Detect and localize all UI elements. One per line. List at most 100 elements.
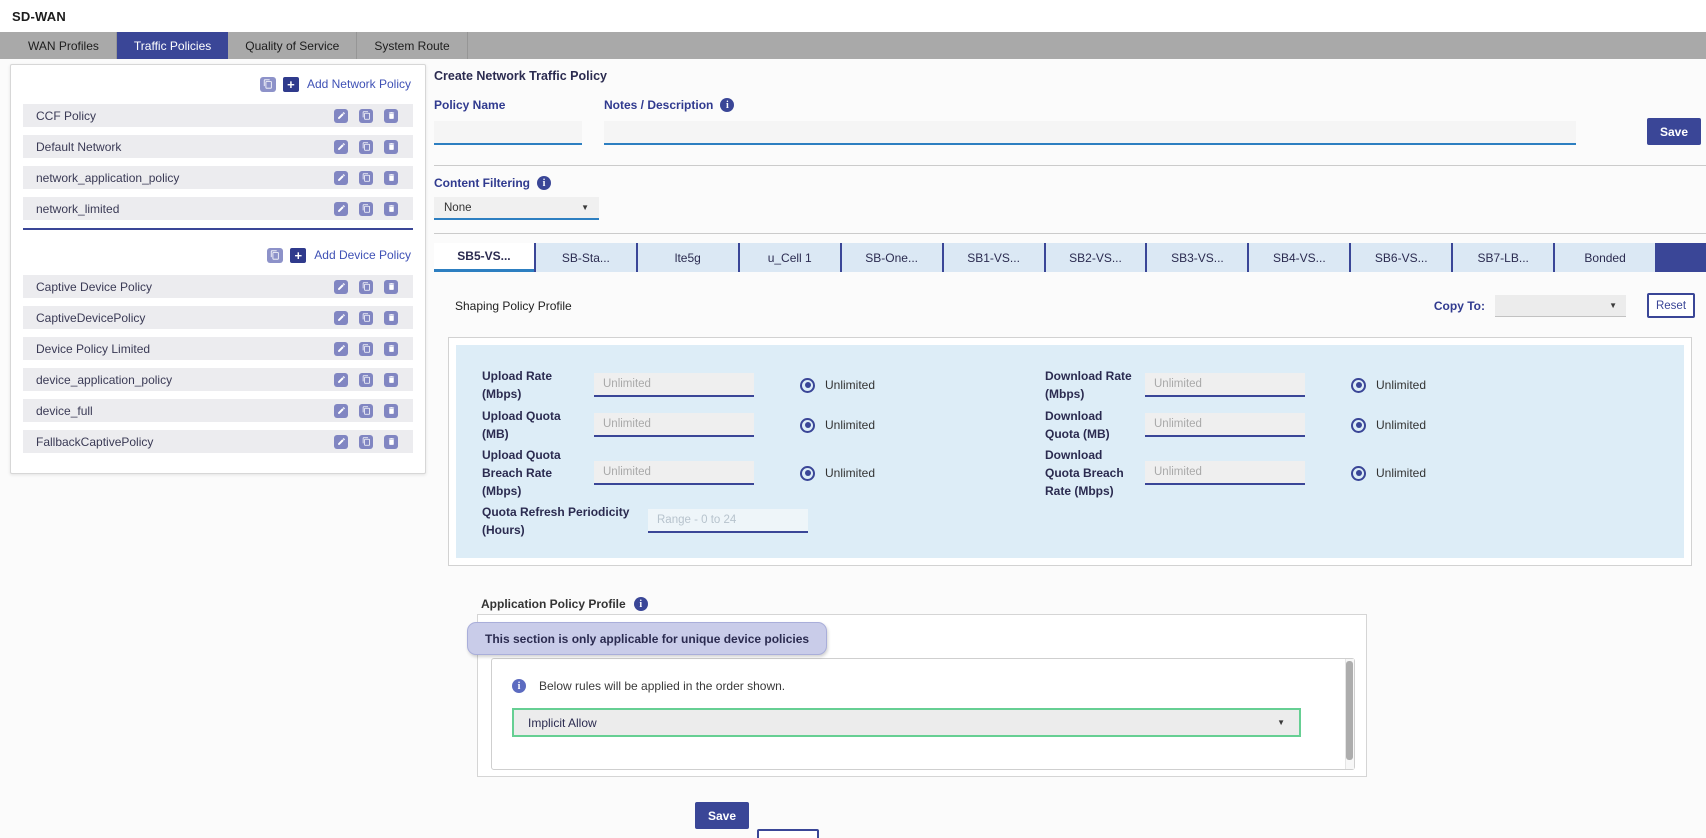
radio-selected-icon[interactable] [800, 466, 815, 481]
edit-policy-button[interactable] [334, 171, 348, 185]
interface-tab[interactable]: SB5-VS... [434, 243, 534, 272]
copy-policy-button[interactable] [359, 109, 373, 123]
field-label: Download Quota Breach Rate (Mbps) [1045, 446, 1137, 500]
nav-tab[interactable]: WAN Profiles [11, 32, 117, 59]
save-top-wrap: Save [1647, 118, 1706, 145]
delete-policy-button[interactable] [384, 171, 398, 185]
delete-policy-button[interactable] [384, 109, 398, 123]
rate-input[interactable] [594, 461, 754, 485]
radio-selected-icon[interactable] [1351, 466, 1366, 481]
scrollbar-thumb[interactable] [1346, 661, 1353, 760]
interface-tab[interactable]: SB6-VS... [1349, 243, 1451, 272]
edit-policy-button[interactable] [334, 342, 348, 356]
edit-policy-button[interactable] [334, 202, 348, 216]
edit-policy-button[interactable] [334, 280, 348, 294]
add-device-policy-link[interactable]: Add Device Policy [314, 248, 411, 262]
nav-tab[interactable]: Quality of Service [228, 32, 357, 59]
rate-input[interactable] [594, 413, 754, 437]
policy-name-input[interactable] [434, 121, 582, 145]
interface-tab[interactable]: SB7-LB... [1451, 243, 1553, 272]
unlimited-radio[interactable]: Unlimited [800, 466, 875, 481]
delete-policy-button[interactable] [384, 280, 398, 294]
policy-row: Default Network [23, 135, 413, 158]
scrollbar-track[interactable] [1345, 659, 1354, 769]
copy-policy-button[interactable] [359, 373, 373, 387]
policy-name: Device Policy Limited [36, 342, 323, 356]
interface-tab[interactable]: lte5g [636, 243, 738, 272]
policy-name: device_application_policy [36, 373, 323, 387]
radio-selected-icon[interactable] [800, 378, 815, 393]
unlimited-radio[interactable]: Unlimited [800, 378, 875, 393]
caret-down-icon: ▼ [1609, 301, 1617, 310]
copy-icon [362, 310, 371, 325]
radio-selected-icon[interactable] [1351, 418, 1366, 433]
delete-policy-button[interactable] [384, 404, 398, 418]
copy-policy-button[interactable] [359, 435, 373, 449]
copy-policy-button[interactable] [359, 202, 373, 216]
nav-tab[interactable]: System Route [357, 32, 467, 59]
unlimited-radio[interactable]: Unlimited [1351, 378, 1426, 393]
delete-policy-button[interactable] [384, 373, 398, 387]
edit-policy-button[interactable] [334, 435, 348, 449]
edit-policy-button[interactable] [334, 109, 348, 123]
radio-selected-icon[interactable] [800, 418, 815, 433]
unlimited-radio[interactable]: Unlimited [1351, 418, 1426, 433]
pencil-icon [337, 201, 346, 216]
save-policy-button[interactable]: Save [1647, 118, 1701, 145]
rate-input[interactable] [1145, 461, 1305, 485]
copy-policy-button[interactable] [359, 140, 373, 154]
delete-policy-button[interactable] [384, 311, 398, 325]
nav-tab[interactable]: Traffic Policies [117, 32, 228, 59]
interface-tab[interactable]: SB3-VS... [1145, 243, 1247, 272]
radio-selected-icon[interactable] [1351, 378, 1366, 393]
policy-name: Default Network [36, 140, 323, 154]
edit-policy-button[interactable] [334, 404, 348, 418]
interface-tab[interactable]: SB1-VS... [942, 243, 1044, 272]
caret-down-icon: ▼ [1277, 718, 1285, 727]
copy-policy-button[interactable] [359, 311, 373, 325]
copy-policy-button[interactable] [359, 404, 373, 418]
rate-input[interactable] [1145, 373, 1305, 397]
save-bottom-button[interactable]: Save [695, 802, 749, 829]
edit-policy-button[interactable] [334, 140, 348, 154]
rules-box: i Below rules will be applied in the ord… [491, 658, 1355, 770]
unlimited-radio[interactable]: Unlimited [1351, 466, 1426, 481]
unlimited-radio[interactable]: Unlimited [800, 418, 875, 433]
rate-input[interactable] [594, 373, 754, 397]
add-network-policy-button[interactable]: + [283, 77, 299, 92]
interface-tab[interactable]: SB4-VS... [1247, 243, 1349, 272]
copy-policy-button[interactable] [359, 280, 373, 294]
interface-tab[interactable]: SB-One... [840, 243, 942, 272]
delete-policy-button[interactable] [384, 140, 398, 154]
delete-policy-button[interactable] [384, 435, 398, 449]
delete-policy-button[interactable] [384, 202, 398, 216]
edit-policy-button[interactable] [334, 373, 348, 387]
rule-select[interactable]: Implicit Allow ▼ [512, 708, 1301, 737]
content-filtering-select[interactable]: None ▼ [434, 197, 599, 220]
policy-name: Captive Device Policy [36, 280, 323, 294]
copy-policy-button[interactable] [359, 342, 373, 356]
interface-tab[interactable]: SB2-VS... [1044, 243, 1146, 272]
policy-row: Captive Device Policy [23, 275, 413, 298]
notes-input[interactable] [604, 121, 1576, 145]
partial-hidden-button[interactable] [757, 829, 819, 838]
notes-label-text: Notes / Description [604, 98, 713, 112]
copy-to-select[interactable]: ▼ [1495, 295, 1626, 317]
interface-tab[interactable]: SB-Sta... [534, 243, 636, 272]
add-network-policy-link[interactable]: Add Network Policy [307, 77, 411, 91]
duplicate-icon[interactable] [267, 248, 283, 263]
interface-tab[interactable]: Bonded [1553, 243, 1655, 272]
edit-policy-button[interactable] [334, 311, 348, 325]
main-content: Create Network Traffic Policy Policy Nam… [434, 64, 1706, 829]
tab-scroll-right-button[interactable] [1655, 243, 1706, 272]
copy-policy-button[interactable] [359, 171, 373, 185]
rate-input[interactable] [1145, 413, 1305, 437]
delete-policy-button[interactable] [384, 342, 398, 356]
reset-button[interactable]: Reset [1647, 293, 1695, 318]
duplicate-icon[interactable] [260, 77, 276, 92]
quota-refresh-input[interactable] [648, 509, 808, 533]
interface-tab[interactable]: u_Cell 1 [738, 243, 840, 272]
add-device-policy-button[interactable]: + [290, 248, 306, 263]
form-title: Create Network Traffic Policy [434, 69, 1706, 83]
rules-info-row: i Below rules will be applied in the ord… [512, 679, 1354, 693]
